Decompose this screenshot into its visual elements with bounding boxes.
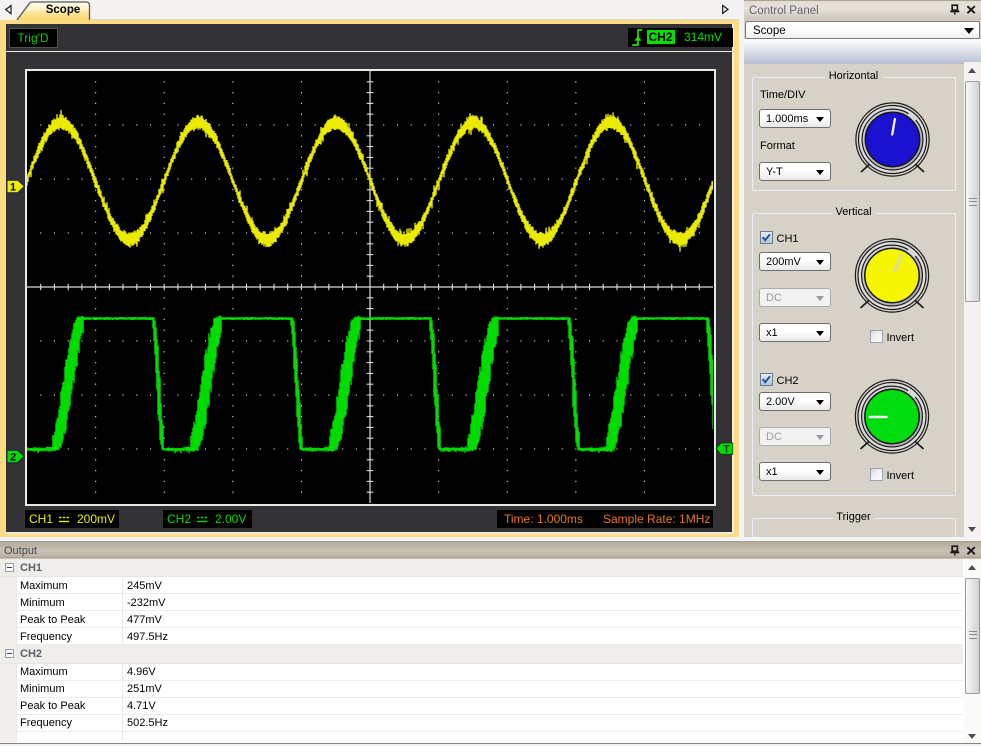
svg-text:1: 1 [10,182,16,194]
svg-text:T: T [723,444,730,456]
svg-text:2: 2 [10,452,16,464]
